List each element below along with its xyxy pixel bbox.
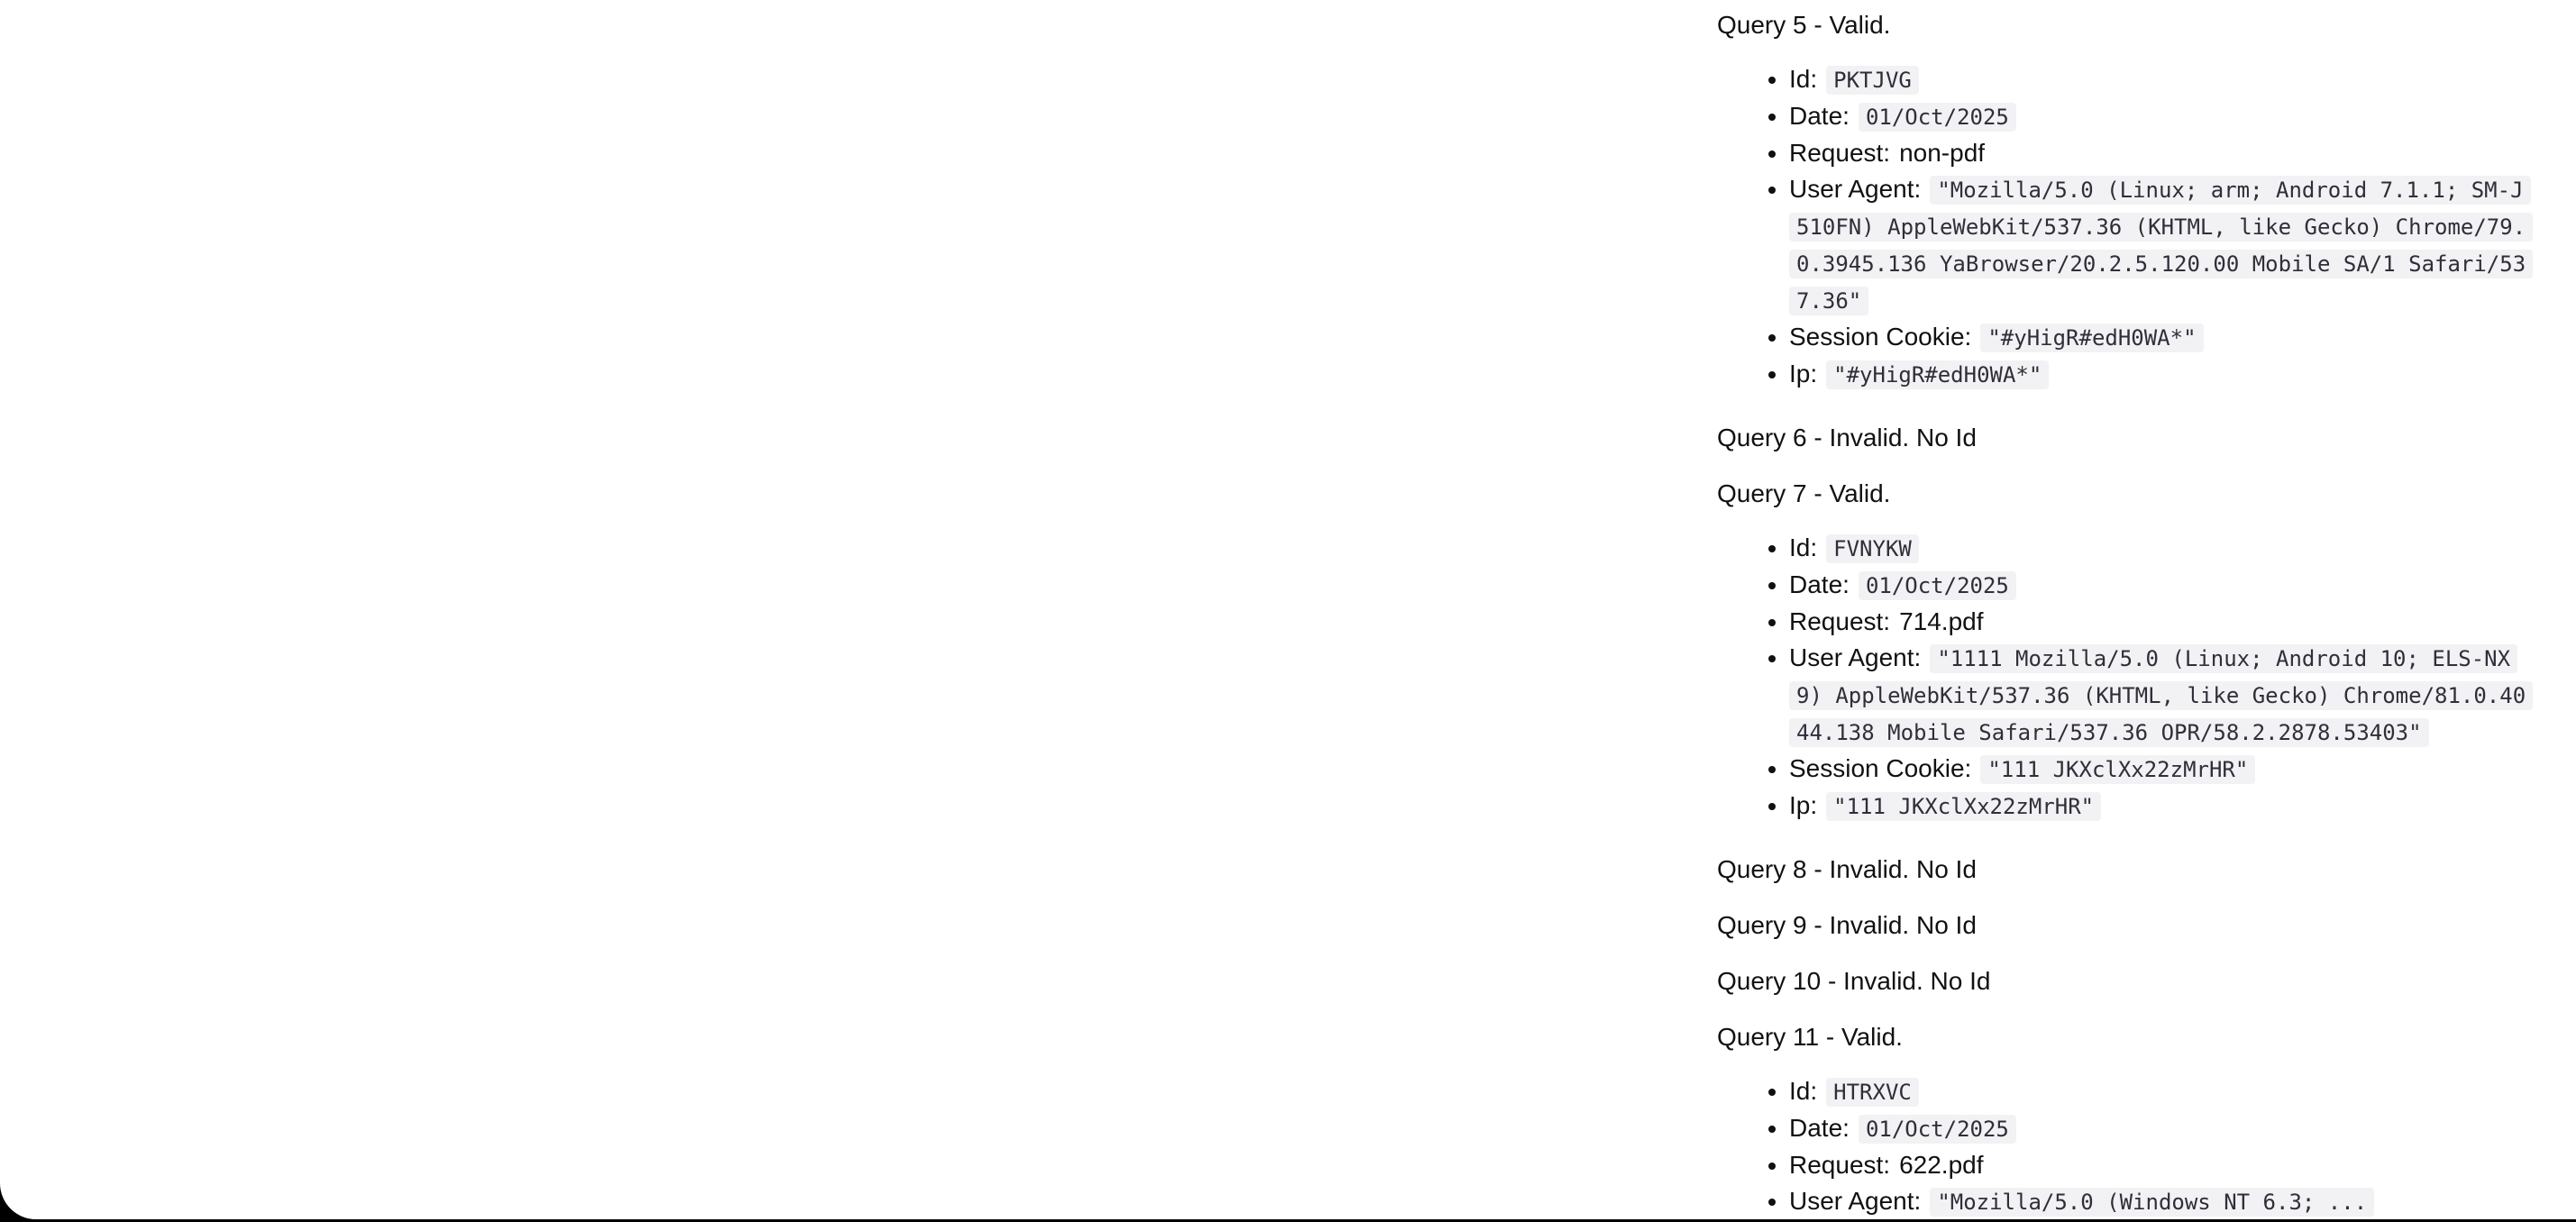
session-cookie-value: "#yHigR#edH0WA*"	[1980, 324, 2204, 352]
id-label: Id:	[1789, 533, 1818, 561]
query-heading: Query 8 - Invalid. No Id	[1717, 855, 1977, 883]
user-agent-value: "Mozilla/5.0 (Windows NT 6.3; ...	[1930, 1188, 2375, 1217]
id-item: Id: HTRXVC	[1789, 1073, 2528, 1110]
ip-label: Ip:	[1789, 791, 1818, 819]
ip-value: "#yHigR#edH0WA*"	[1826, 360, 2050, 389]
date-item: Date: 01/Oct/2025	[1789, 1110, 2528, 1147]
request-item: Request: 714.pdf	[1789, 604, 2528, 640]
query-heading: Query 10 - Invalid. No Id	[1717, 967, 1991, 995]
request-label: Request:	[1789, 1151, 1891, 1179]
query-heading: Query 11 - Valid.	[1717, 1023, 1903, 1051]
id-value: FVNYKW	[1826, 534, 1919, 563]
date-value: 01/Oct/2025	[1858, 103, 2016, 132]
session-cookie-label: Session Cookie:	[1789, 323, 1972, 351]
session-cookie-label: Session Cookie:	[1789, 754, 1972, 782]
request-value: 622.pdf	[1899, 1151, 1984, 1179]
date-label: Date:	[1789, 1114, 1850, 1142]
query-heading: Query 5 - Valid.	[1717, 11, 1891, 39]
query-details-list: Id: FVNYKW Date: 01/Oct/2025 Request: 714.p…	[1717, 530, 2534, 825]
query-heading: Query 6 - Invalid. No Id	[1717, 424, 1977, 451]
page-viewport: Query 5 - Valid. Id: PKTJVG Date: 01/Oct/2…	[0, 0, 2576, 1219]
request-value: 714.pdf	[1899, 607, 1984, 635]
id-item: Id: FVNYKW	[1789, 530, 2528, 567]
session-cookie-value: "111 JKXclXx22zMrHR"	[1980, 755, 2256, 784]
id-item: Id: PKTJVG	[1789, 61, 2528, 98]
request-item: Request: 622.pdf	[1789, 1147, 2528, 1183]
user-agent-item: User Agent: "Mozilla/5.0 (Windows NT 6.3;…	[1789, 1183, 2528, 1219]
id-value: HTRXVC	[1826, 1078, 1919, 1107]
user-agent-label: User Agent:	[1789, 175, 1922, 203]
request-label: Request:	[1789, 139, 1891, 167]
session-cookie-item: Session Cookie: "111 JKXclXx22zMrHR"	[1789, 751, 2528, 788]
request-label: Request:	[1789, 607, 1891, 635]
id-label: Id:	[1789, 1077, 1818, 1105]
query-heading: Query 9 - Invalid. No Id	[1717, 911, 1977, 939]
ip-item: Ip: "#yHigR#edH0WA*"	[1789, 356, 2528, 393]
query-log: Query 5 - Valid. Id: PKTJVG Date: 01/Oct/2…	[1717, 7, 2534, 1219]
request-item: Request: non-pdf	[1789, 135, 2528, 171]
ip-value: "111 JKXclXx22zMrHR"	[1826, 792, 2102, 821]
query-heading: Query 7 - Valid.	[1717, 479, 1891, 507]
date-item: Date: 01/Oct/2025	[1789, 98, 2528, 135]
ip-item: Ip: "111 JKXclXx22zMrHR"	[1789, 788, 2528, 825]
session-cookie-item: Session Cookie: "#yHigR#edH0WA*"	[1789, 319, 2528, 356]
user-agent-item: User Agent:"Mozilla/5.0 (Linux; arm; And…	[1789, 171, 2534, 319]
user-agent-label: User Agent:	[1789, 1187, 1922, 1215]
id-label: Id:	[1789, 65, 1818, 93]
date-label: Date:	[1789, 102, 1850, 130]
query-details-list: Id: PKTJVG Date: 01/Oct/2025 Request: non-p…	[1717, 61, 2534, 393]
date-value: 01/Oct/2025	[1858, 571, 2016, 600]
date-item: Date: 01/Oct/2025	[1789, 567, 2528, 604]
user-agent-item: User Agent:"1111 Mozilla/5.0 (Linux; And…	[1789, 640, 2534, 751]
ip-label: Ip:	[1789, 360, 1818, 388]
user-agent-label: User Agent:	[1789, 643, 1922, 671]
request-value: non-pdf	[1899, 139, 1986, 167]
date-value: 01/Oct/2025	[1858, 1115, 2016, 1144]
date-label: Date:	[1789, 570, 1850, 598]
query-details-list: Id: HTRXVC Date: 01/Oct/2025 Request: 622.p…	[1717, 1073, 2528, 1219]
id-value: PKTJVG	[1826, 66, 1919, 95]
